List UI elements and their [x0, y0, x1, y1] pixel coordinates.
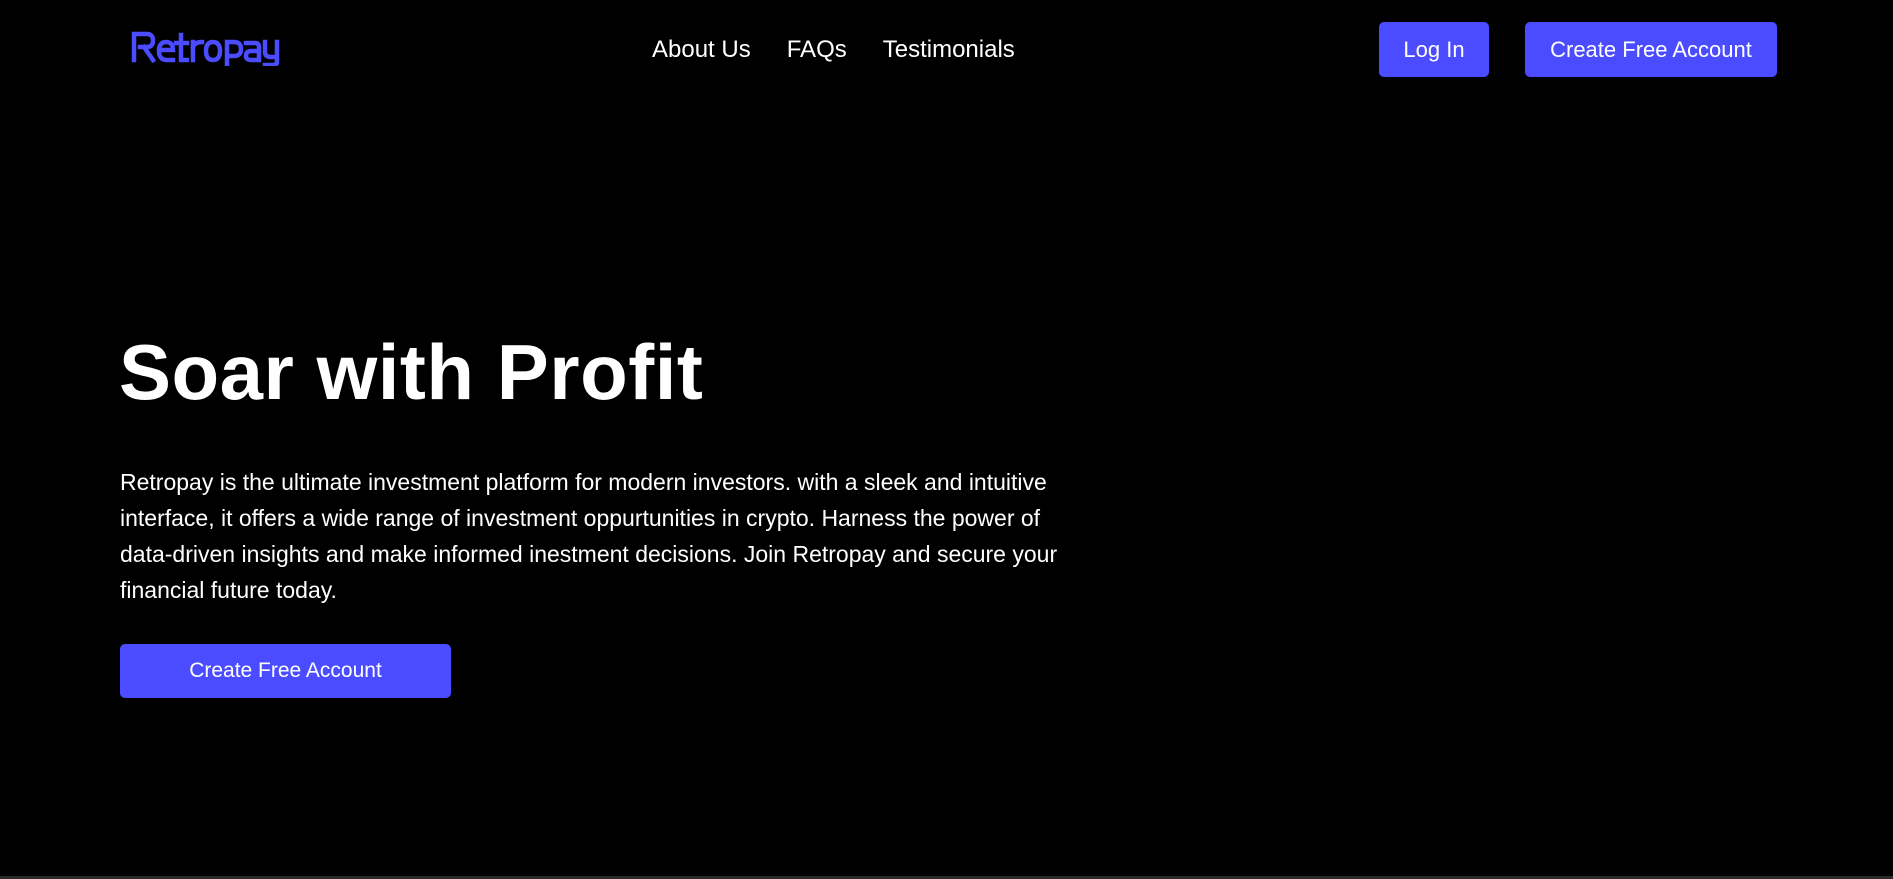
- nav-link-about-us[interactable]: About Us: [652, 34, 751, 66]
- login-button[interactable]: Log In: [1379, 22, 1489, 77]
- hero-title: Soar with Profit: [119, 328, 704, 416]
- main-nav: About Us FAQs Testimonials: [652, 34, 1015, 66]
- retropay-logo-icon: [131, 31, 280, 66]
- create-account-button-hero[interactable]: Create Free Account: [120, 644, 451, 698]
- retropay-logo[interactable]: [131, 28, 283, 68]
- create-account-button-header[interactable]: Create Free Account: [1525, 22, 1777, 77]
- nav-link-testimonials[interactable]: Testimonials: [883, 34, 1015, 66]
- landing-page: About Us FAQs Testimonials Log In Create…: [0, 0, 1893, 879]
- hero-description: Retropay is the ultimate investment plat…: [120, 469, 1058, 603]
- nav-link-faqs[interactable]: FAQs: [787, 34, 847, 66]
